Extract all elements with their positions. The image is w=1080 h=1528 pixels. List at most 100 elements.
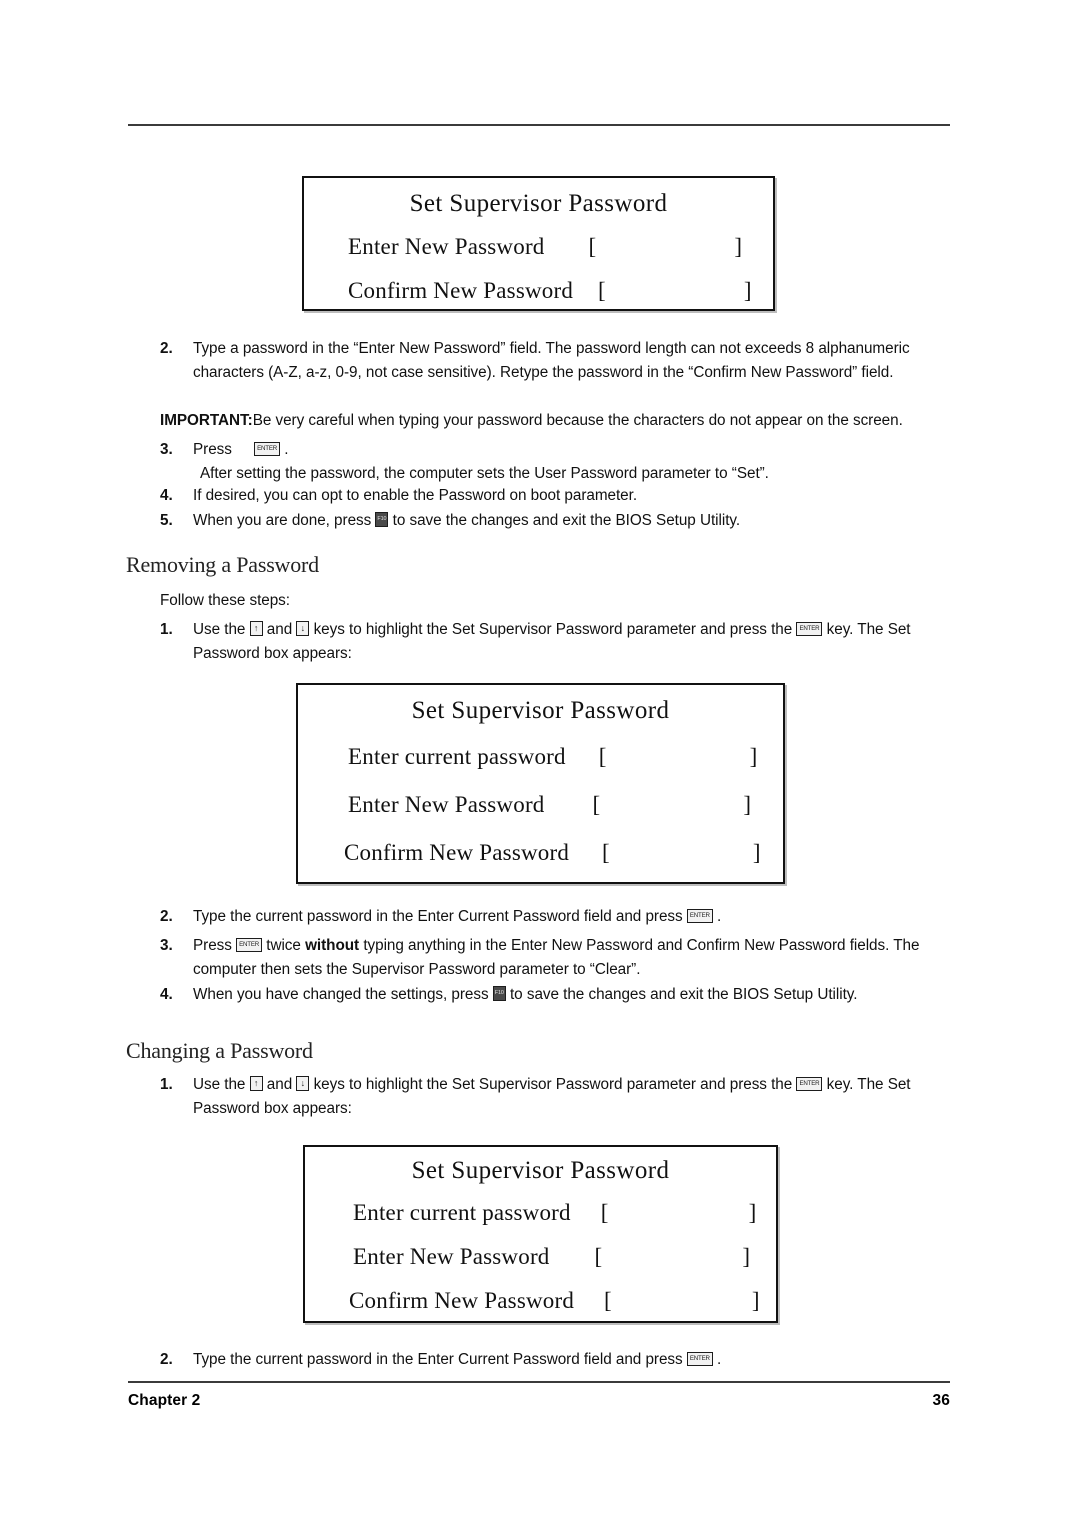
enter-key-icon[interactable]: ENTER	[686, 1352, 713, 1366]
set-supervisor-password-dialog-3: Set Supervisor Password Enter current pa…	[303, 1145, 778, 1323]
step-3-continuation: After setting the password, the computer…	[200, 464, 769, 482]
set-supervisor-password-dialog-2: Set Supervisor Password Enter current pa…	[296, 683, 785, 884]
step-number: 1.	[160, 621, 173, 638]
and-label: and	[266, 1076, 293, 1093]
dialog-title: Set Supervisor Password	[411, 1157, 670, 1184]
field-close-bracket[interactable]: ]	[752, 1288, 760, 1314]
enter-key-icon[interactable]: ENTER	[796, 622, 823, 636]
step-1-text-c: keys to highlight the Set Supervisor Pas…	[313, 621, 793, 638]
dialog-field-row: Enter New Password [ ]	[348, 792, 758, 818]
step-3-text: Press ENTER . After setting the password…	[193, 438, 958, 485]
step-5-text-a: When you are done, press	[193, 512, 372, 529]
step-number: 4.	[160, 986, 173, 1003]
field-close-bracket[interactable]: ]	[742, 1244, 750, 1270]
field-close-bracket[interactable]: ]	[749, 1200, 757, 1226]
field-label: Enter New Password	[353, 1244, 550, 1269]
dialog-field-row: Confirm New Password [ ]	[349, 1288, 760, 1314]
field-label: Confirm New Password	[344, 840, 570, 865]
without-emphasis: without	[305, 937, 360, 954]
dialog-field-row: Enter current password [ ]	[353, 1200, 756, 1226]
footer-page-number: 36	[932, 1392, 950, 1409]
field-open-bracket: [	[588, 234, 597, 259]
press-label: Press	[193, 937, 232, 954]
step-5-text-b: to save the changes and exit the BIOS Se…	[392, 512, 741, 529]
field-label: Confirm New Password	[348, 278, 574, 303]
field-open-bracket: [	[602, 840, 610, 865]
dialog-title: Set Supervisor Password	[411, 697, 670, 724]
field-label: Enter New Password	[348, 792, 545, 817]
f10-key-icon[interactable]: F10	[492, 986, 506, 1001]
document-page: Set Supervisor Password Enter New Passwo…	[0, 0, 1080, 1528]
enter-key-icon[interactable]: ENTER	[796, 1077, 823, 1091]
field-open-bracket: [	[598, 744, 607, 769]
step-2-text-a: Type the current password in the Enter C…	[193, 908, 683, 925]
period: .	[717, 908, 722, 925]
step-4-text-b: to save the changes and exit the BIOS Se…	[509, 986, 858, 1003]
dialog-field-row: Enter New Password [ ]	[348, 234, 748, 260]
page-footer: Chapter 2 36	[128, 1392, 950, 1410]
important-label: IMPORTANT:	[160, 412, 253, 429]
header-rule	[128, 124, 950, 126]
field-label: Enter New Password	[348, 234, 545, 259]
step-number: 2.	[160, 1351, 173, 1368]
changing-step-2-text: Type the current password in the Enter C…	[193, 1348, 958, 1372]
period: .	[284, 441, 289, 458]
step-number: 5.	[160, 512, 173, 529]
period: .	[717, 1351, 722, 1368]
important-note: IMPORTANT:Be very careful when typing yo…	[160, 409, 960, 433]
step-number: 4.	[160, 487, 173, 504]
field-close-bracket[interactable]: ]	[753, 840, 761, 866]
step-number: 3.	[160, 441, 173, 458]
twice-label: twice	[266, 937, 301, 954]
enter-key-icon[interactable]: ENTER	[254, 442, 281, 456]
field-open-bracket: [	[592, 792, 601, 817]
use-the-label: Use the	[193, 621, 246, 638]
field-open-bracket: [	[604, 1288, 612, 1313]
field-open-bracket: [	[600, 1200, 609, 1225]
field-close-bracket[interactable]: ]	[743, 792, 751, 818]
step-number: 1.	[160, 1076, 173, 1093]
section-heading-changing-a-password: Changing a Password	[126, 1038, 313, 1063]
footer-rule	[128, 1381, 950, 1383]
step-4-text-a: When you have changed the settings, pres…	[193, 986, 489, 1003]
dialog-field-row: Confirm New Password [ ]	[348, 278, 752, 304]
step-2-text-a: Type the current password in the Enter C…	[193, 1351, 683, 1368]
step-1-text-c: keys to highlight the Set Supervisor Pas…	[313, 1076, 793, 1093]
enter-key-icon[interactable]: ENTER	[686, 909, 713, 923]
arrow-up-key-icon[interactable]: ↑	[249, 621, 263, 636]
removing-step-2-text: Type the current password in the Enter C…	[193, 905, 958, 929]
field-open-bracket: [	[594, 1244, 603, 1269]
and-label: and	[266, 621, 293, 638]
field-open-bracket: [	[598, 278, 606, 303]
step-2-text: Type a password in the “Enter New Passwo…	[193, 340, 910, 381]
dialog-field-row: Confirm New Password [ ]	[344, 840, 761, 866]
arrow-down-key-icon[interactable]: ↓	[296, 1076, 310, 1091]
section-heading-removing-a-password: Removing a Password	[126, 552, 319, 577]
removing-step-3-text: Press ENTER twice without typing anythin…	[193, 934, 958, 981]
removing-intro: Follow these steps:	[160, 592, 290, 609]
step-4-text: If desired, you can opt to enable the Pa…	[193, 487, 638, 504]
removing-step-4-text: When you have changed the settings, pres…	[193, 983, 958, 1007]
field-close-bracket[interactable]: ]	[750, 744, 758, 770]
step-number: 3.	[160, 937, 173, 954]
dialog-field-row: Enter New Password [ ]	[353, 1244, 753, 1270]
changing-step-1-text: Use the ↑ and ↓ keys to highlight the Se…	[193, 1073, 951, 1120]
step-number: 2.	[160, 340, 173, 357]
use-the-label: Use the	[193, 1076, 246, 1093]
set-supervisor-password-dialog-1: Set Supervisor Password Enter New Passwo…	[302, 176, 775, 311]
field-close-bracket[interactable]: ]	[734, 234, 742, 260]
dialog-title: Set Supervisor Password	[409, 190, 668, 217]
step-number: 2.	[160, 908, 173, 925]
press-label: Press	[193, 441, 232, 458]
field-label: Enter current password	[353, 1200, 571, 1225]
field-label: Enter current password	[348, 744, 566, 769]
arrow-down-key-icon[interactable]: ↓	[296, 621, 310, 636]
enter-key-icon[interactable]: ENTER	[236, 938, 263, 952]
important-text: Be very careful when typing your passwor…	[252, 412, 903, 429]
footer-chapter-label: Chapter 2	[128, 1392, 201, 1409]
dialog-field-row: Enter current password [ ]	[348, 744, 758, 770]
step-5-text: When you are done, press F10 to save the…	[193, 509, 958, 533]
f10-key-icon[interactable]: F10	[375, 512, 389, 527]
arrow-up-key-icon[interactable]: ↑	[249, 1076, 263, 1091]
field-close-bracket[interactable]: ]	[744, 278, 752, 304]
